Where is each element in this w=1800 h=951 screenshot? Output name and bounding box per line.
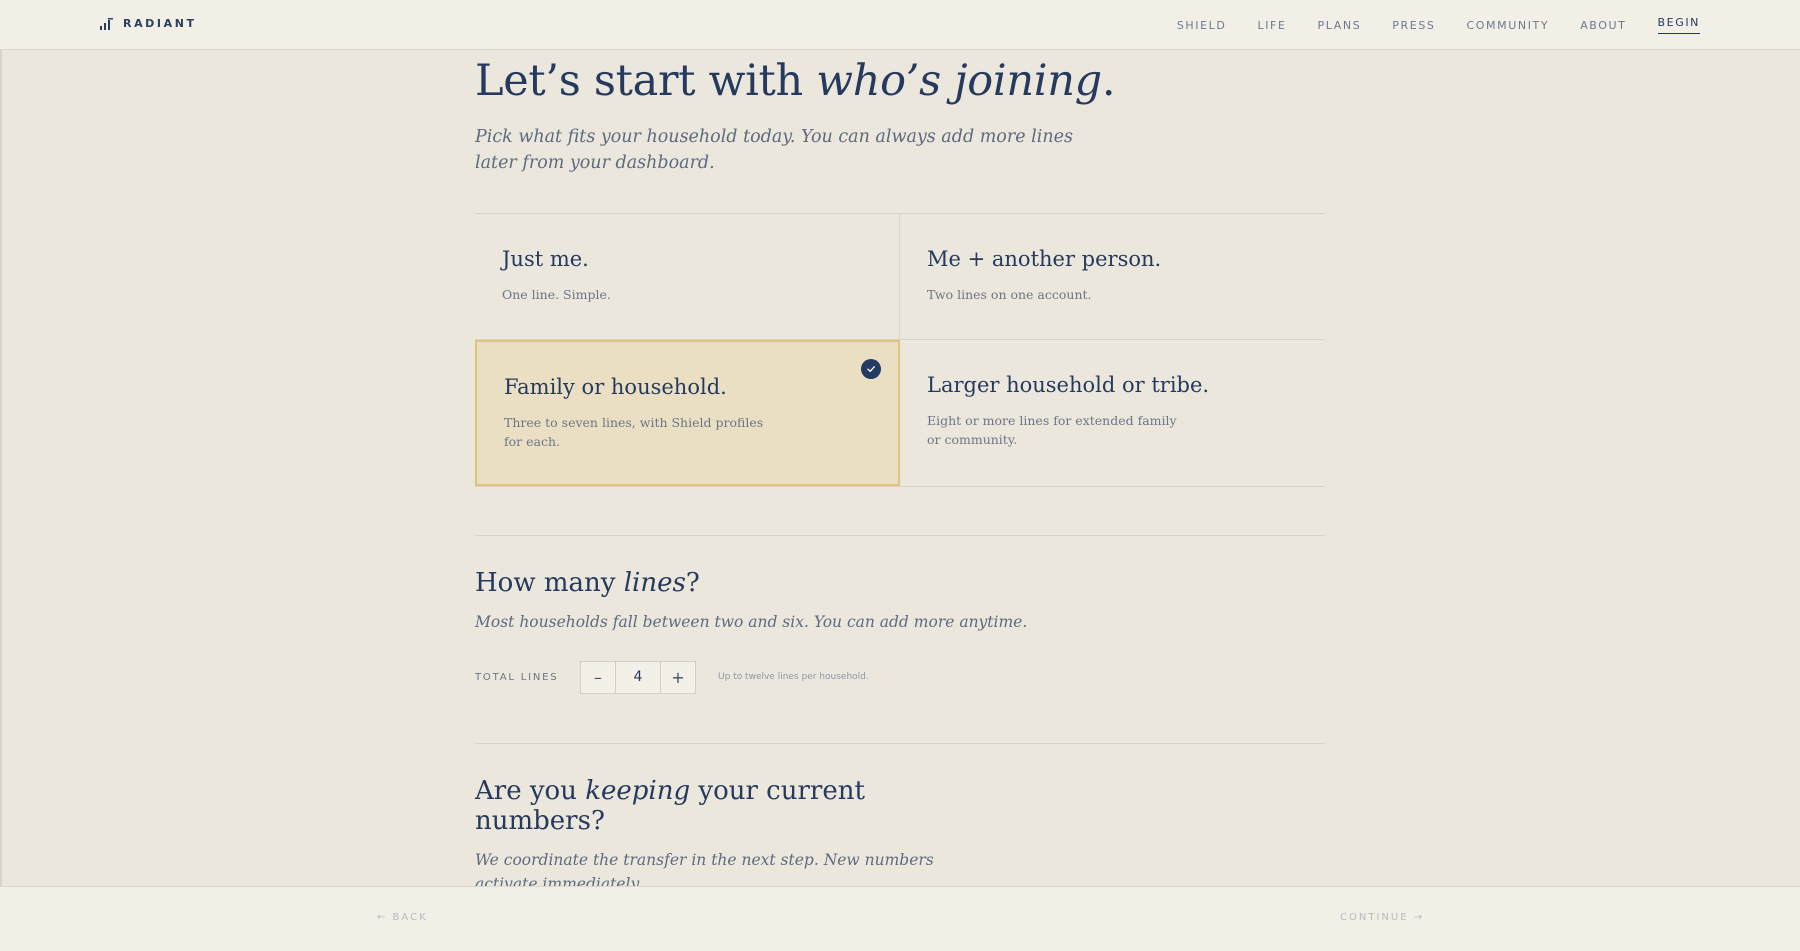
nav-plans[interactable]: PLANS (1318, 19, 1362, 32)
option-desc: One line. Simple. (502, 287, 611, 302)
option-larger-household[interactable]: Larger household or tribe. Eight or more… (900, 340, 1325, 486)
numbers-heading-start: Are you (475, 776, 586, 806)
option-desc: Two lines on one account. (927, 287, 1092, 302)
total-lines-row: TOTAL LINES – 4 + Up to twelve lines per… (475, 660, 869, 694)
continue-button[interactable]: CONTINUE → (1340, 912, 1424, 923)
decrement-button[interactable]: – (581, 661, 616, 693)
bottom-action-bar: ← BACK CONTINUE → (0, 886, 1800, 951)
total-lines-label: TOTAL LINES (475, 671, 559, 683)
option-desc: Three to seven lines, with Shield profil… (504, 415, 764, 449)
household-options: Just me. One line. Simple. Me + another … (475, 213, 1325, 487)
nav-community[interactable]: COMMUNITY (1467, 19, 1550, 32)
brand-logo[interactable]: RADIANT (100, 17, 197, 30)
page-title: Let’s start with who’s joining. (475, 56, 1116, 106)
nav-about[interactable]: ABOUT (1580, 19, 1626, 32)
brand-name: RADIANT (123, 17, 197, 30)
section-divider (475, 743, 1325, 744)
option-family-household[interactable]: Family or household. Three to seven line… (475, 340, 900, 486)
option-desc: Eight or more lines for extended family … (927, 413, 1177, 447)
numbers-heading-emphasis: keeping (585, 776, 691, 806)
option-title: Larger household or tribe. (927, 373, 1210, 397)
page-title-start: Let’s start with (475, 56, 817, 106)
page-lede: Pick what fits your household today. You… (475, 127, 1073, 173)
numbers-heading-mid: your current (690, 776, 865, 806)
option-two-people[interactable]: Me + another person. Two lines on one ac… (900, 214, 1325, 340)
check-icon (867, 366, 875, 372)
lines-heading-start: How many (475, 568, 624, 598)
lines-heading-emphasis: lines (623, 568, 686, 598)
lines-heading: How many lines? (475, 568, 700, 598)
top-nav: RADIANT SHIELD LIFE PLANS PRESS COMMUNIT… (0, 0, 1800, 50)
page-title-end: . (1101, 56, 1116, 106)
nav-begin[interactable]: BEGIN (1657, 16, 1700, 34)
page-title-emphasis: who’s joining (816, 56, 1102, 106)
selected-check-badge (861, 359, 881, 379)
lines-subtitle: Most households fall between two and six… (475, 613, 1028, 631)
numbers-heading: Are you keeping your current numbers? (475, 776, 865, 836)
nav-shield[interactable]: SHIELD (1177, 19, 1227, 32)
section-divider (475, 535, 1325, 536)
option-title: Me + another person. (927, 247, 1162, 271)
lines-count[interactable]: 4 (616, 662, 660, 693)
lines-limit-note: Up to twelve lines per household. (718, 672, 869, 682)
back-button[interactable]: ← BACK (377, 912, 428, 923)
nav-press[interactable]: PRESS (1392, 19, 1435, 32)
increment-button[interactable]: + (660, 661, 695, 693)
nav-links: SHIELD LIFE PLANS PRESS COMMUNITY ABOUT … (1177, 0, 1700, 50)
nav-life[interactable]: LIFE (1257, 19, 1286, 32)
option-just-me[interactable]: Just me. One line. Simple. (475, 214, 900, 340)
option-title: Just me. (502, 247, 589, 271)
lines-stepper: – 4 + (580, 660, 696, 694)
lines-heading-end: ? (685, 568, 700, 598)
numbers-heading-line2: numbers? (475, 806, 605, 836)
option-title: Family or household. (504, 375, 727, 399)
signal-bars-icon (100, 17, 113, 30)
